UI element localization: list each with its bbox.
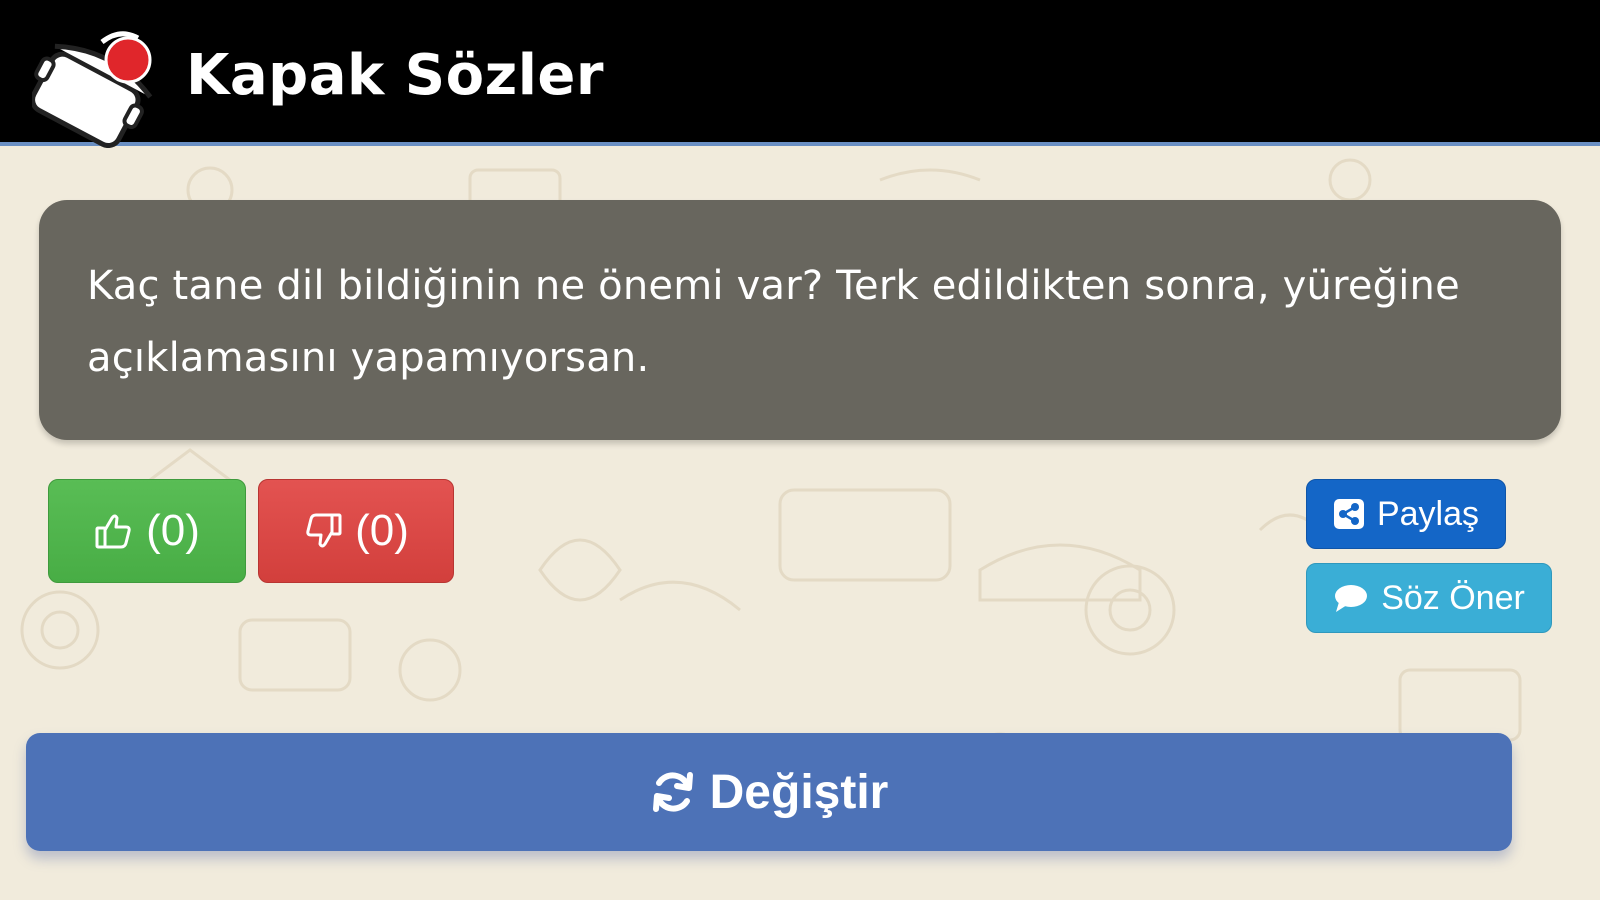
refresh-icon <box>650 769 696 815</box>
change-quote-button[interactable]: Değiştir <box>26 733 1512 851</box>
thumbs-down-icon <box>303 511 343 551</box>
dislike-button[interactable]: (0) <box>258 479 454 583</box>
thumbs-up-icon <box>94 511 134 551</box>
suggest-label: Söz Öner <box>1381 578 1525 617</box>
quote-card: Kaç tane dil bildiğinin ne önemi var? Te… <box>39 200 1561 440</box>
like-button[interactable]: (0) <box>48 479 246 583</box>
quote-text: Kaç tane dil bildiğinin ne önemi var? Te… <box>87 263 1460 381</box>
like-count: (0) <box>146 506 200 555</box>
app-header: Kapak Sözler <box>0 0 1600 148</box>
comment-icon <box>1333 582 1369 614</box>
app-title: Kapak Sözler <box>186 43 604 108</box>
dislike-count: (0) <box>355 506 409 555</box>
change-label: Değiştir <box>709 765 889 819</box>
share-button[interactable]: Paylaş <box>1306 479 1506 549</box>
share-label: Paylaş <box>1376 494 1480 533</box>
pot-lid-logo-icon <box>32 31 153 148</box>
share-icon <box>1333 498 1365 530</box>
suggest-quote-button[interactable]: Söz Öner <box>1306 563 1552 633</box>
